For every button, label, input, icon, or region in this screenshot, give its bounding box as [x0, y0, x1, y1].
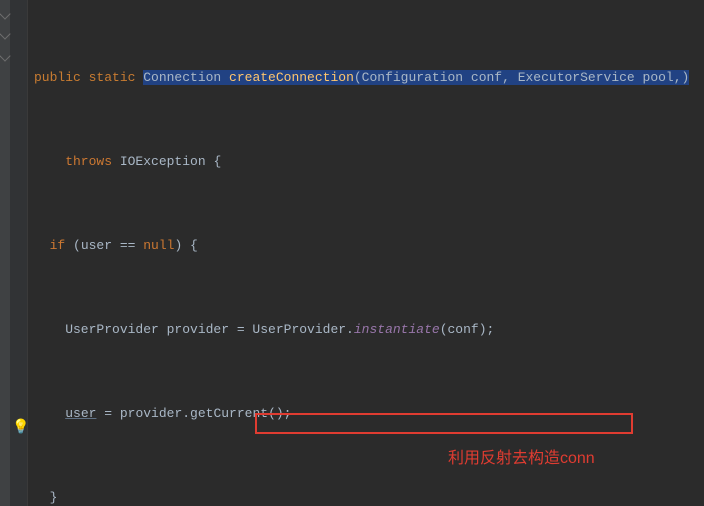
- code-line[interactable]: }: [34, 487, 704, 506]
- code-area[interactable]: public static Connection createConnectio…: [28, 0, 704, 506]
- gutter: 💡: [0, 0, 28, 506]
- annotation-text: 利用反射去构造conn: [448, 448, 595, 469]
- code-line[interactable]: public static Connection createConnectio…: [34, 67, 704, 88]
- code-line[interactable]: user = provider.getCurrent();: [34, 403, 704, 424]
- code-line[interactable]: throws IOException {: [34, 151, 704, 172]
- code-editor[interactable]: 💡 public static Connection createConnect…: [0, 0, 704, 506]
- code-line[interactable]: UserProvider provider = UserProvider.ins…: [34, 319, 704, 340]
- code-line[interactable]: if (user == null) {: [34, 235, 704, 256]
- intention-bulb-icon[interactable]: 💡: [12, 418, 29, 439]
